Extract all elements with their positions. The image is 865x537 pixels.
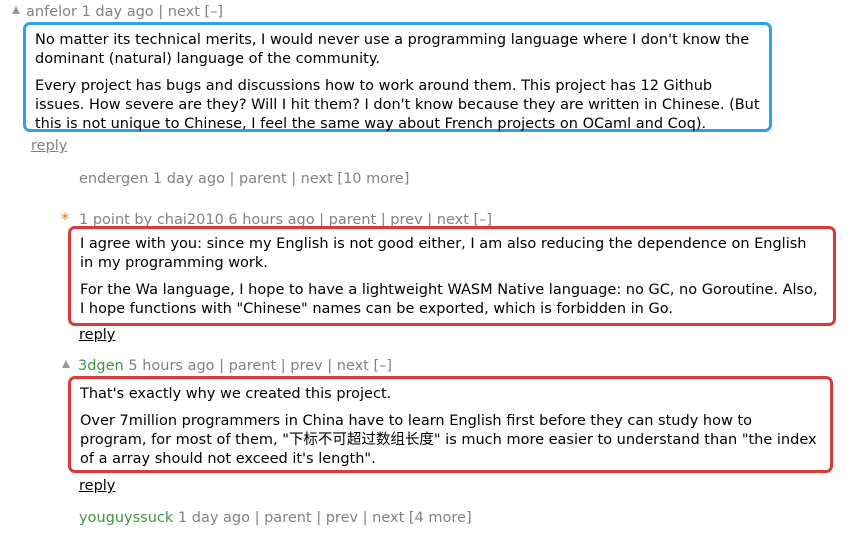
reply-link[interactable]: reply bbox=[79, 478, 115, 494]
upvote-arrow-icon[interactable] bbox=[12, 6, 20, 14]
comment-meta[interactable]: 1 day ago | next [–] bbox=[77, 4, 224, 20]
username-link[interactable]: anfelor bbox=[26, 4, 77, 20]
comment-body-chai2010: I agree with you: since my English is no… bbox=[68, 226, 836, 326]
username-link[interactable]: endergen bbox=[79, 171, 148, 187]
username-link[interactable]: 3dgen bbox=[78, 358, 124, 374]
comment-paragraph: Every project has bugs and discussions h… bbox=[35, 78, 760, 132]
comment-header-anfelor: anfelor 1 day ago | next [–] bbox=[12, 4, 223, 20]
comment-meta[interactable]: 1 day ago | parent | next [10 more] bbox=[148, 171, 410, 187]
reply-link[interactable]: reply bbox=[79, 327, 115, 343]
comment-meta[interactable]: 1 day ago | parent | prev | next [4 more… bbox=[173, 510, 472, 526]
comment-paragraph: I agree with you: since my English is no… bbox=[80, 236, 807, 271]
comment-header-youguyssuck: youguyssuck 1 day ago | parent | prev | … bbox=[79, 510, 472, 526]
comment-body-anfelor: No matter its technical merits, I would … bbox=[23, 22, 772, 132]
upvote-arrow-icon[interactable] bbox=[62, 360, 70, 368]
comment-header-endergen: endergen 1 day ago | parent | next [10 m… bbox=[79, 171, 409, 187]
reply-link[interactable]: reply bbox=[31, 138, 67, 154]
comment-paragraph: For the Wa language, I hope to have a li… bbox=[80, 282, 818, 317]
comment-header-3dgen: 3dgen 5 hours ago | parent | prev | next… bbox=[62, 358, 392, 374]
new-comment-star-icon: * bbox=[61, 209, 69, 228]
comment-meta[interactable]: 5 hours ago | parent | prev | next [–] bbox=[124, 358, 392, 374]
comment-paragraph: That's exactly why we created this proje… bbox=[80, 386, 392, 402]
comment-paragraph: No matter its technical merits, I would … bbox=[35, 32, 750, 67]
comment-paragraph: Over 7million programmers in China have … bbox=[80, 413, 817, 467]
username-link[interactable]: youguyssuck bbox=[79, 510, 173, 526]
comment-body-3dgen: That's exactly why we created this proje… bbox=[68, 376, 833, 473]
